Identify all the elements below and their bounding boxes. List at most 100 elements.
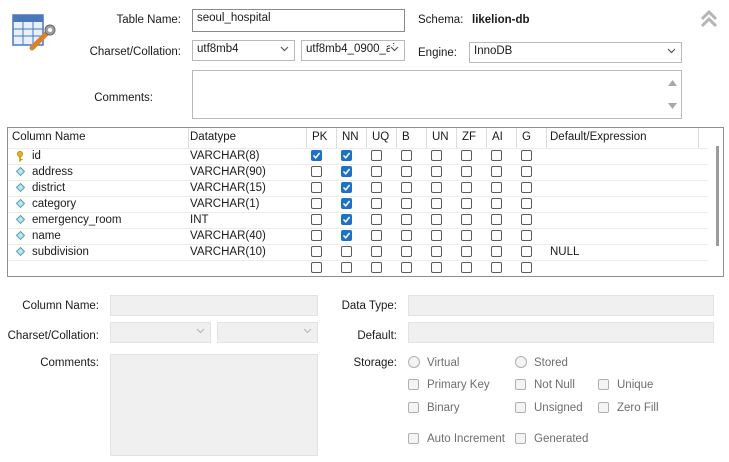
- column-charset-select[interactable]: [110, 322, 211, 343]
- flag-checkbox-nn[interactable]: [341, 230, 352, 241]
- column-comments-textarea[interactable]: [110, 354, 318, 456]
- table-row[interactable]: category VARCHAR(1): [8, 196, 708, 213]
- flag-checkbox-zf[interactable]: [461, 150, 472, 161]
- flag-checkbox-pk[interactable]: [311, 150, 322, 161]
- flag-checkbox-nn[interactable]: [341, 198, 352, 209]
- flag-checkbox-uq[interactable]: [371, 246, 382, 257]
- table-name-input[interactable]: seoul_hospital: [192, 9, 405, 32]
- flag-checkbox-g[interactable]: [521, 230, 532, 241]
- column-collation-select[interactable]: [217, 322, 318, 343]
- column-divider[interactable]: [306, 128, 307, 149]
- column-divider[interactable]: [366, 128, 367, 149]
- column-header[interactable]: ZF: [462, 131, 476, 143]
- flag-checkbox-b[interactable]: [401, 214, 412, 225]
- flag-checkbox-ai[interactable]: [491, 166, 502, 177]
- table-row[interactable]: [8, 260, 708, 276]
- column-divider[interactable]: [426, 128, 427, 149]
- auto-increment-checkbox[interactable]: [408, 433, 419, 444]
- column-header[interactable]: B: [402, 131, 410, 143]
- flag-checkbox-uq[interactable]: [371, 230, 382, 241]
- flag-checkbox-ai[interactable]: [491, 150, 502, 161]
- table-row[interactable]: district VARCHAR(15): [8, 180, 708, 197]
- flag-checkbox-pk[interactable]: [311, 214, 322, 225]
- flag-checkbox-uq[interactable]: [371, 150, 382, 161]
- generated-checkbox[interactable]: [515, 433, 526, 444]
- flag-checkbox-ai[interactable]: [491, 262, 502, 273]
- flag-checkbox-zf[interactable]: [461, 198, 472, 209]
- table-row[interactable]: id VARCHAR(8): [8, 148, 708, 165]
- scroll-up-icon[interactable]: [668, 77, 677, 89]
- flag-checkbox-b[interactable]: [401, 198, 412, 209]
- flag-checkbox-g[interactable]: [521, 166, 532, 177]
- flag-checkbox-un[interactable]: [431, 182, 442, 193]
- flag-checkbox-b[interactable]: [401, 230, 412, 241]
- flag-checkbox-b[interactable]: [401, 182, 412, 193]
- column-header[interactable]: UQ: [372, 131, 389, 143]
- datatype-cell[interactable]: VARCHAR(40): [190, 230, 266, 242]
- flag-checkbox-nn[interactable]: [341, 262, 352, 273]
- column-divider[interactable]: [396, 128, 397, 149]
- column-name-cell[interactable]: id: [32, 150, 41, 162]
- column-header[interactable]: UN: [432, 131, 449, 143]
- flag-checkbox-uq[interactable]: [371, 198, 382, 209]
- flag-checkbox-zf[interactable]: [461, 230, 472, 241]
- column-header[interactable]: G: [522, 131, 531, 143]
- column-divider[interactable]: [456, 128, 457, 149]
- datatype-cell[interactable]: VARCHAR(90): [190, 166, 266, 178]
- flag-checkbox-ai[interactable]: [491, 214, 502, 225]
- grid-scrollbar[interactable]: [716, 146, 719, 246]
- stored-radio[interactable]: [515, 356, 527, 368]
- flag-checkbox-un[interactable]: [431, 246, 442, 257]
- datatype-cell[interactable]: INT: [190, 214, 209, 226]
- column-divider[interactable]: [516, 128, 517, 149]
- column-divider[interactable]: [546, 128, 547, 149]
- flag-checkbox-nn[interactable]: [341, 214, 352, 225]
- flag-checkbox-uq[interactable]: [371, 182, 382, 193]
- flag-checkbox-pk[interactable]: [311, 262, 322, 273]
- flag-checkbox-zf[interactable]: [461, 182, 472, 193]
- virtual-radio[interactable]: [408, 356, 420, 368]
- column-header[interactable]: Default/Expression: [550, 131, 647, 143]
- flag-checkbox-uq[interactable]: [371, 214, 382, 225]
- flag-checkbox-b[interactable]: [401, 166, 412, 177]
- flag-checkbox-un[interactable]: [431, 166, 442, 177]
- flag-checkbox-ai[interactable]: [491, 246, 502, 257]
- flag-checkbox-g[interactable]: [521, 198, 532, 209]
- column-header[interactable]: AI: [492, 131, 503, 143]
- flag-checkbox-un[interactable]: [431, 230, 442, 241]
- data-type-input[interactable]: [408, 295, 714, 316]
- flag-checkbox-ai[interactable]: [491, 198, 502, 209]
- flag-checkbox-g[interactable]: [521, 150, 532, 161]
- collation-select[interactable]: utf8mb4_0900_ai: [301, 40, 405, 61]
- datatype-cell[interactable]: VARCHAR(10): [190, 246, 266, 258]
- column-divider[interactable]: [336, 128, 337, 149]
- flag-checkbox-pk[interactable]: [311, 166, 322, 177]
- charset-select[interactable]: utf8mb4: [192, 40, 295, 61]
- collapse-chevron-icon[interactable]: [699, 9, 719, 32]
- flag-checkbox-uq[interactable]: [371, 166, 382, 177]
- flag-checkbox-ai[interactable]: [491, 230, 502, 241]
- column-name-input[interactable]: [110, 295, 318, 316]
- unsigned-checkbox[interactable]: [515, 402, 526, 413]
- flag-checkbox-zf[interactable]: [461, 166, 472, 177]
- flag-checkbox-zf[interactable]: [461, 214, 472, 225]
- flag-checkbox-pk[interactable]: [311, 246, 322, 257]
- flag-checkbox-un[interactable]: [431, 214, 442, 225]
- table-row[interactable]: subdivision VARCHAR(10) NULL: [8, 244, 708, 261]
- column-header[interactable]: Datatype: [190, 131, 236, 143]
- flag-checkbox-zf[interactable]: [461, 262, 472, 273]
- flag-checkbox-un[interactable]: [431, 262, 442, 273]
- column-name-cell[interactable]: category: [32, 198, 76, 210]
- flag-checkbox-g[interactable]: [521, 262, 532, 273]
- column-name-cell[interactable]: district: [32, 182, 65, 194]
- flag-checkbox-b[interactable]: [401, 150, 412, 161]
- column-divider[interactable]: [188, 128, 189, 149]
- flag-checkbox-pk[interactable]: [311, 182, 322, 193]
- default-input[interactable]: [408, 322, 714, 343]
- flag-checkbox-b[interactable]: [401, 246, 412, 257]
- flag-checkbox-zf[interactable]: [461, 246, 472, 257]
- unique-checkbox[interactable]: [598, 379, 609, 390]
- column-name-cell[interactable]: address: [32, 166, 73, 178]
- flag-checkbox-ai[interactable]: [491, 182, 502, 193]
- datatype-cell[interactable]: VARCHAR(8): [190, 150, 259, 162]
